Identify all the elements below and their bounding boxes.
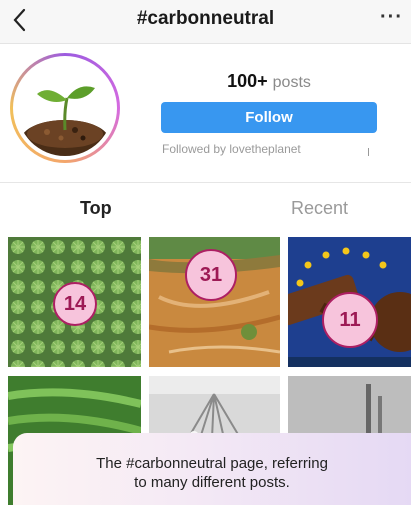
posts-count: 100+ posts (160, 71, 378, 92)
posts-label: posts (272, 74, 311, 91)
seedling-image (17, 60, 113, 156)
divider-mark (368, 148, 369, 156)
caption-box: The #carbonneutral page, referring to ma… (13, 433, 411, 505)
follow-button[interactable]: Follow (161, 102, 377, 133)
top-bar: #carbonneutral ··· (0, 0, 411, 44)
grid-post-3[interactable]: 11 (288, 237, 411, 367)
followed-by-text[interactable]: Followed by lovetheplanet (162, 142, 301, 156)
tab-recent[interactable]: Recent (291, 198, 348, 219)
posts-number: 100+ (227, 71, 268, 91)
post-count-badge: 14 (53, 282, 97, 326)
post-count-badge: 31 (185, 249, 237, 301)
hashtag-avatar (10, 53, 120, 163)
more-options-icon[interactable]: ··· (380, 6, 403, 29)
tab-top[interactable]: Top (80, 198, 112, 219)
feed-tabs: Top Recent (0, 182, 411, 234)
grid-post-2[interactable]: 31 (149, 237, 280, 367)
post-count-badge: 11 (322, 292, 378, 348)
caption-line-1: The #carbonneutral page, referring (96, 455, 328, 472)
caption-line-2: to many different posts. (134, 474, 290, 491)
page-title: #carbonneutral (136, 8, 275, 29)
grid-post-1[interactable]: 14 (8, 237, 141, 367)
caption-text: The #carbonneutral page, referring to ma… (13, 454, 411, 492)
hashtag-header: 100+ posts Follow Followed by lovethepla… (0, 44, 411, 182)
